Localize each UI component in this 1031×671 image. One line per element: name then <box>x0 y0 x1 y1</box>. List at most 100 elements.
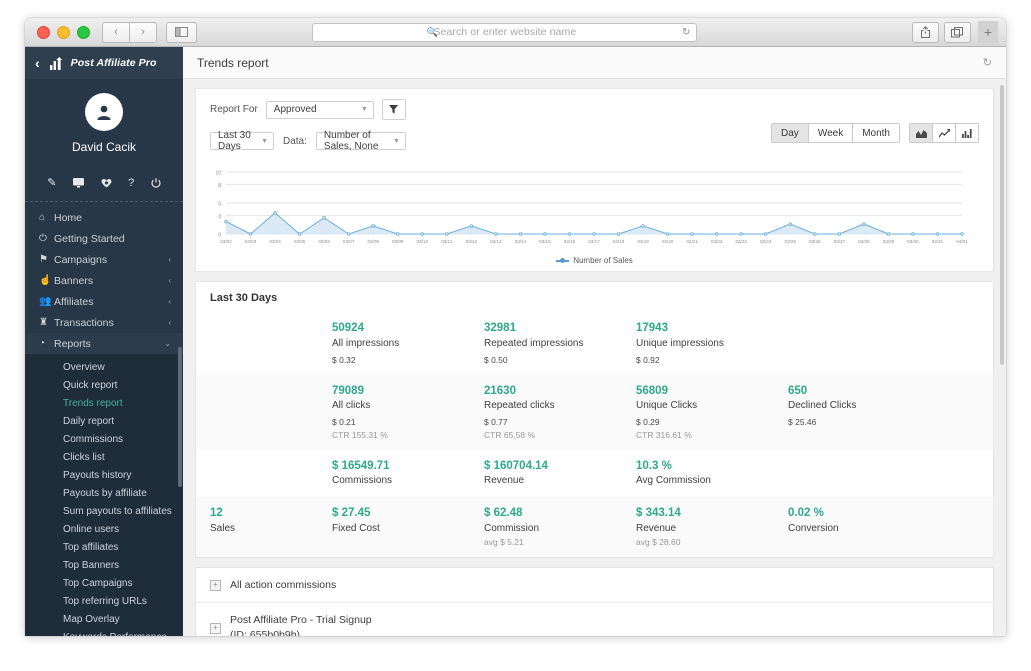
chart-y-tick: 10 <box>215 171 221 177</box>
sidebar-item-home[interactable]: ⌂Home <box>25 207 183 228</box>
stat-value: 21630 <box>484 384 636 400</box>
chart-data-point <box>863 223 866 226</box>
stats-cell: $ 62.48Commissionavg $ 5.21 <box>484 497 636 557</box>
edit-icon[interactable]: ✎ <box>47 178 56 191</box>
chart-data-point <box>593 233 596 236</box>
forward-button[interactable]: › <box>129 22 157 43</box>
share-button[interactable] <box>912 22 939 43</box>
sidebar-subitem-keywords-performance[interactable]: Keywords Performance <box>25 628 183 636</box>
sidebar-quick-actions: ✎ ? <box>25 164 183 202</box>
stats-cell: $ 16549.71Commissions <box>332 450 484 498</box>
sidebar-item-getting-started[interactable]: ⏻Getting Started <box>25 228 183 249</box>
maximize-window-button[interactable] <box>77 26 90 39</box>
chart-data-point <box>666 233 669 236</box>
chart-area-fill <box>226 213 962 234</box>
stat-value: $ 343.14 <box>636 506 788 522</box>
area-chart-button[interactable] <box>909 123 932 143</box>
stat-value: $ 160704.14 <box>484 459 636 475</box>
stat-value: 50924 <box>332 321 484 337</box>
help-icon[interactable]: ? <box>128 178 134 191</box>
sidebar-subitem-daily-report[interactable]: Daily report <box>25 412 183 430</box>
sidebar-subitem-clicks-list[interactable]: Clicks list <box>25 448 183 466</box>
new-tab-button[interactable]: + <box>978 21 998 43</box>
sidebar-subitem-top-campaigns[interactable]: Top Campaigns <box>25 574 183 592</box>
chart-data-point <box>691 233 694 236</box>
search-icon: 🔍 <box>427 27 438 38</box>
back-button[interactable]: ‹ <box>102 22 129 43</box>
page-topbar: Trends report ↻ <box>183 47 1006 79</box>
sidebar-scrollbar[interactable] <box>178 347 182 487</box>
period-day-button[interactable]: Day <box>771 123 808 143</box>
sidebar-subitem-payouts-history[interactable]: Payouts history <box>25 466 183 484</box>
url-bar[interactable]: 🔍 Search or enter website name ↻ <box>312 23 697 42</box>
chevron-icon: ‹ <box>168 276 171 285</box>
chart-data-point <box>544 233 547 236</box>
refresh-icon[interactable]: ↻ <box>983 56 992 69</box>
sidebar-subitem-payouts-by-affiliate[interactable]: Payouts by affiliate <box>25 484 183 502</box>
sidebar-subitem-sum-payouts-to-affiliates[interactable]: Sum payouts to affiliates <box>25 502 183 520</box>
chart-data-point <box>887 233 890 236</box>
chart-data-point <box>446 233 449 236</box>
power-icon[interactable] <box>151 178 161 191</box>
data-series-select[interactable]: Number of Sales, None ▼ <box>316 132 406 150</box>
sidebar-subitem-map-overlay[interactable]: Map Overlay <box>25 610 183 628</box>
date-range-select[interactable]: Last 30 Days ▼ <box>210 132 274 150</box>
heart-icon[interactable] <box>101 178 112 191</box>
chart-x-tick: 03/03 <box>245 239 257 244</box>
stat-sub-secondary: CTR 316.61 % <box>636 429 788 441</box>
all-action-commissions-label: All action commissions <box>230 579 336 591</box>
chart-x-tick: 04/01 <box>956 239 968 244</box>
bar-chart-button[interactable] <box>955 123 979 143</box>
stats-grid: 50924All impressions$ 0.3232981Repeated … <box>196 312 993 557</box>
sidebar-subitem-trends-report[interactable]: Trends report <box>25 394 183 412</box>
stat-sub: $ 0.77 <box>484 416 636 428</box>
area-chart-icon <box>916 129 927 138</box>
filter-button[interactable] <box>382 99 406 120</box>
reload-icon[interactable]: ↻ <box>682 27 690 38</box>
chevron-icon: ⌄ <box>164 339 171 348</box>
avatar[interactable] <box>85 93 123 131</box>
sidebar-item-banners[interactable]: ☝Banners‹ <box>25 270 183 291</box>
sidebar-toggle-button[interactable] <box>166 22 197 43</box>
period-week-button[interactable]: Week <box>808 123 852 143</box>
report-for-select[interactable]: Approved ▼ <box>266 101 374 119</box>
brand-logo-icon <box>50 57 65 70</box>
monitor-icon[interactable] <box>73 178 84 191</box>
sidebar-subitem-overview[interactable]: Overview <box>25 358 183 376</box>
sidebar-item-affiliates[interactable]: 👥Affiliates‹ <box>25 291 183 312</box>
hand-icon: ☝ <box>39 275 54 286</box>
chart-x-tick: 03/29 <box>883 239 895 244</box>
chart-legend: Number of Sales <box>208 256 981 265</box>
stat-label: Unique Clicks <box>636 399 788 413</box>
stats-cell: $ 27.45Fixed Cost <box>332 497 484 557</box>
sidebar-subitem-commissions[interactable]: Commissions <box>25 430 183 448</box>
show-tabs-button[interactable] <box>944 22 971 43</box>
trial-signup-row[interactable]: + Post Affiliate Pro - Trial Signup (ID:… <box>196 603 993 636</box>
sidebar-subitem-quick-report[interactable]: Quick report <box>25 376 183 394</box>
period-month-button[interactable]: Month <box>852 123 900 143</box>
sidebar-item-label: Campaigns <box>54 254 168 266</box>
sidebar-subitem-online-users[interactable]: Online users <box>25 520 183 538</box>
sidebar-item-reports[interactable]: ◔Reports⌄ <box>25 333 183 354</box>
sidebar-collapse-button[interactable]: ‹ <box>35 55 40 71</box>
sidebar-item-campaigns[interactable]: ⚑Campaigns‹ <box>25 249 183 270</box>
sidebar-item-transactions[interactable]: ♜Transactions‹ <box>25 312 183 333</box>
sidebar-subitem-top-affiliates[interactable]: Top affiliates <box>25 538 183 556</box>
chart-data-point <box>519 233 522 236</box>
main-scrollbar[interactable] <box>1000 85 1004 365</box>
stats-cell: 50924All impressions$ 0.32 <box>332 312 484 375</box>
cart-icon: ♜ <box>39 317 54 328</box>
chart-data-point <box>274 212 277 215</box>
sidebar-item-label: Transactions <box>54 317 168 329</box>
chart-x-tick: 03/21 <box>686 239 698 244</box>
chart-x-tick: 03/02 <box>220 239 232 244</box>
stat-label: All clicks <box>332 399 484 413</box>
sidebar-subitem-top-referring-urls[interactable]: Top referring URLs <box>25 592 183 610</box>
chart-data-point <box>715 233 718 236</box>
line-chart-button[interactable] <box>932 123 955 143</box>
minimize-window-button[interactable] <box>57 26 70 39</box>
sidebar-subitem-top-banners[interactable]: Top Banners <box>25 556 183 574</box>
all-action-commissions-row[interactable]: + All action commissions <box>196 568 993 602</box>
chart-x-tick: 03/20 <box>662 239 674 244</box>
close-window-button[interactable] <box>37 26 50 39</box>
